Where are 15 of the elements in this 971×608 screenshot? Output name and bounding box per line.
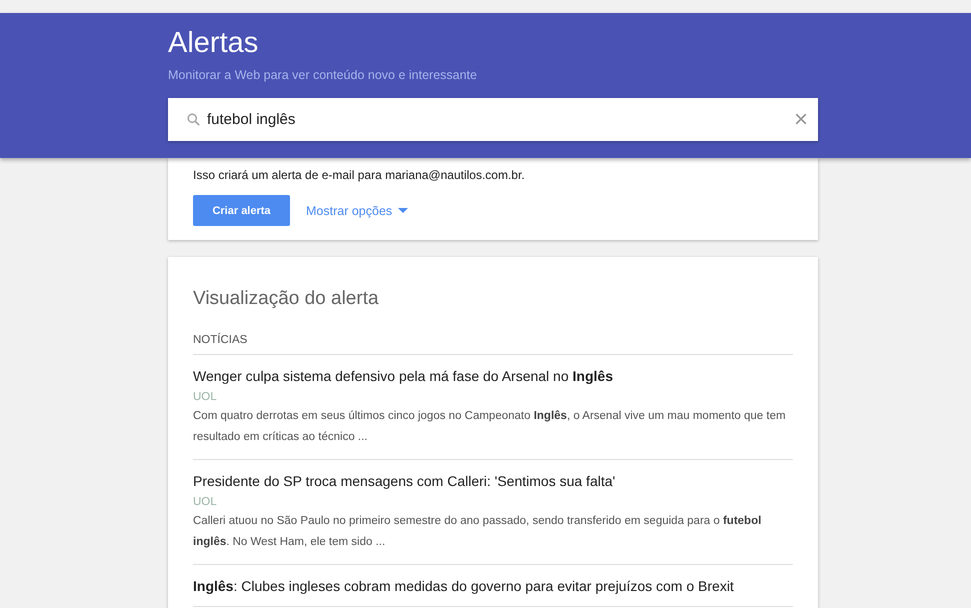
search-icon <box>186 112 201 127</box>
result-source: UOL <box>193 495 218 509</box>
result-title[interactable]: Inglês: Clubes ingleses cobram medidas do governo para evitar prejuízos com o Brexit <box>193 577 793 595</box>
result-title[interactable]: Wenger culpa sistema defensivo pela má fase do Arsenal no Inglês <box>193 367 793 385</box>
page-subtitle: Monitorar a Web para ver conteúdo novo e interessante <box>168 67 478 83</box>
result-title[interactable]: Presidente do SP troca mensagens com Calleri: 'Sentimos sua falta' <box>193 472 793 490</box>
caret-icon <box>398 208 408 213</box>
section-heading: NOTÍCIAS <box>193 334 793 355</box>
preview-title: Visualização do alerta <box>193 287 380 311</box>
search-field[interactable]: futebol inglês × <box>168 98 818 141</box>
result-source: UOL <box>193 390 218 404</box>
result-snippet: Calleri atuou no São Paulo no primeiro semestre do ano passado, sendo transferido em seguida para o futebol inglês. No West Ham, ele tem sido ... <box>193 514 762 550</box>
email-notice: Isso criará um alerta de e-mail para mariana@nautilos.com.br. <box>193 167 526 183</box>
page-title: Alertas <box>168 26 260 60</box>
result-snippet: Com quatro derrotas em seus últimos cinco jogos no Campeonato Inglês, o Arsenal vive um mau momento que tem resultado em críticas ao técnico ... <box>193 409 787 445</box>
